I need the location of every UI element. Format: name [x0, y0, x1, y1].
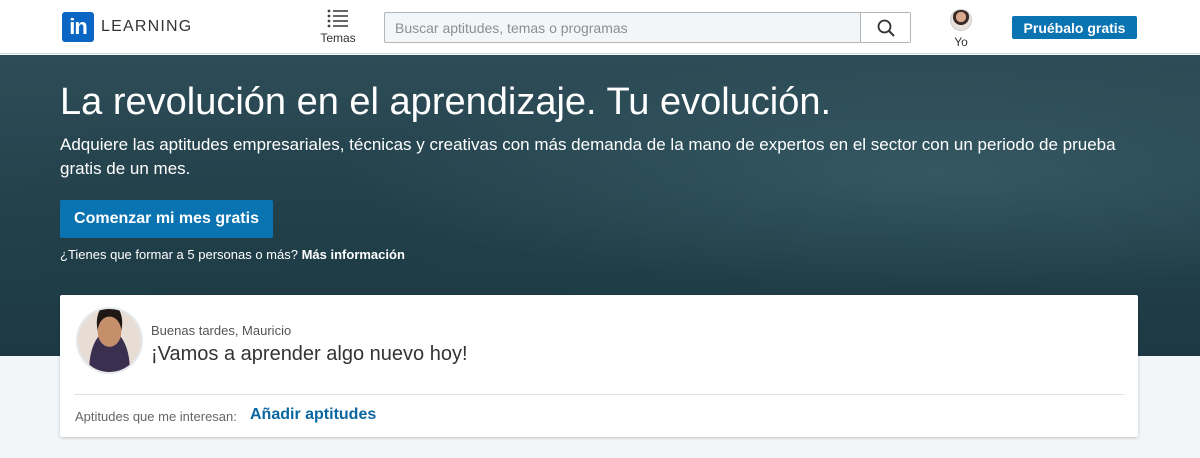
top-nav: in LEARNING Temas Yo Pruébalo gratis [0, 0, 1200, 54]
greeting: Buenas tardes, Mauricio [151, 323, 292, 338]
search-input[interactable] [385, 13, 860, 42]
search-icon [877, 19, 895, 37]
welcome-motto: ¡Vamos a aprender algo nuevo hoy! [151, 343, 468, 365]
team-note-text: ¿Tienes que formar a 5 personas o más? [60, 247, 298, 262]
search-bar [384, 12, 911, 43]
profile-avatar[interactable] [76, 307, 143, 374]
divider [74, 394, 1124, 395]
logo-text: LEARNING [101, 18, 193, 35]
topics-label: Temas [320, 31, 356, 45]
hero-title: La revolución en el aprendizaje. Tu evol… [60, 81, 832, 123]
start-free-month-button[interactable]: Comenzar mi mes gratis [60, 200, 273, 238]
me-menu[interactable]: Yo [946, 9, 976, 49]
linkedin-logo-icon: in [62, 12, 94, 42]
linkedin-learning-logo[interactable]: in LEARNING [62, 12, 192, 42]
add-skills-link[interactable]: Añadir aptitudes [250, 406, 376, 424]
team-note: ¿Tienes que formar a 5 personas o más? M… [60, 247, 405, 262]
more-info-link[interactable]: Más información [302, 247, 405, 262]
topics-menu-button[interactable]: Temas [316, 8, 360, 50]
search-button[interactable] [860, 13, 910, 42]
try-free-button[interactable]: Pruébalo gratis [1012, 16, 1137, 39]
hero-subtitle: Adquiere las aptitudes empresariales, té… [60, 135, 1116, 178]
avatar [950, 9, 972, 31]
list-menu-icon [327, 9, 348, 28]
welcome-card: Buenas tardes, Mauricio ¡Vamos a aprende… [60, 295, 1138, 437]
skills-label: Aptitudes que me interesan: [75, 409, 237, 424]
me-label: Yo [954, 35, 968, 49]
